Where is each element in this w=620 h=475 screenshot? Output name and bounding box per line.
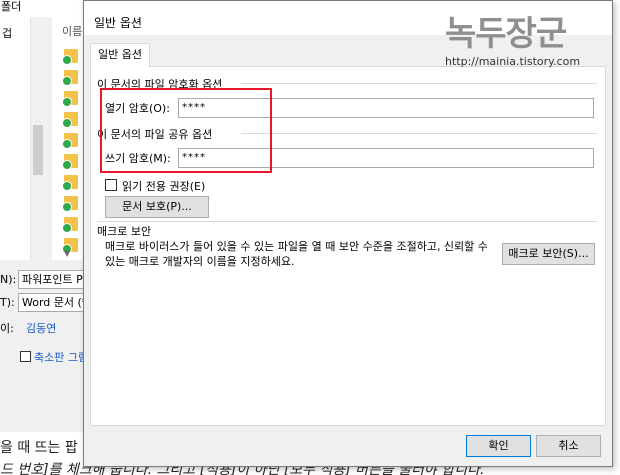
article-line-1: 을 때 뜨는 팝	[0, 440, 78, 456]
thumbnail-checkbox[interactable]	[20, 351, 31, 362]
background-file-browser: 겁 이름 ▼	[0, 17, 83, 260]
section-divider	[241, 83, 597, 84]
macro-section-title: 매크로 보안	[97, 225, 152, 238]
title-field[interactable]: 파워포인트 P	[18, 270, 84, 289]
protect-document-button[interactable]: 문서 보호(P)...	[105, 196, 209, 218]
file-icon[interactable]	[62, 112, 78, 128]
section-divider	[241, 133, 597, 134]
watermark-logo: 녹두장군	[445, 14, 567, 54]
save-options-area: N): 파워포인트 P T): Word 문서 (* 이: 김동연 축소판 그림	[0, 260, 84, 432]
file-icon[interactable]	[62, 154, 78, 170]
type-select[interactable]: Word 문서 (*	[18, 293, 84, 312]
dialog-title: 일반 옵션	[94, 16, 142, 30]
blog-watermark: 녹두장군 http://mainia.tistory.com	[445, 6, 620, 72]
navigation-pane-text: 겁	[2, 27, 13, 40]
file-icon[interactable]	[62, 49, 78, 65]
file-icon[interactable]	[62, 133, 78, 149]
readonly-recommended-checkbox[interactable]	[105, 179, 117, 191]
file-icon[interactable]	[62, 175, 78, 191]
background-window-title: 폴더	[0, 0, 90, 16]
title-field-label: N):	[0, 273, 17, 286]
scrollbar-thumb[interactable]	[33, 125, 43, 175]
password-highlight-box	[100, 88, 272, 173]
watermark-url: http://mainia.tistory.com	[445, 55, 581, 68]
section-divider	[97, 221, 597, 222]
file-icon[interactable]	[62, 217, 78, 233]
file-icon[interactable]	[62, 91, 78, 107]
macro-description: 매크로 바이러스가 들어 있을 수 있는 파일을 열 때 보안 수준을 조절하고…	[105, 240, 488, 268]
name-column-header[interactable]: 이름	[62, 23, 82, 39]
ok-button[interactable]: 확인	[466, 435, 531, 457]
cancel-button[interactable]: 취소	[536, 435, 601, 457]
navigation-pane: 겁	[0, 17, 30, 260]
macro-security-button[interactable]: 매크로 보안(S)...	[502, 243, 595, 265]
file-list[interactable]: 이름 ▼	[52, 17, 83, 260]
navigation-scrollbar[interactable]	[30, 17, 45, 260]
author-label: 이:	[0, 322, 14, 335]
tab-general-options[interactable]: 일반 옵션	[90, 43, 150, 67]
file-icon[interactable]	[62, 196, 78, 212]
author-value[interactable]: 김동연	[26, 320, 56, 336]
scroll-down-icon[interactable]: ▼	[64, 249, 70, 258]
readonly-recommended-label[interactable]: 읽기 전용 권장(E)	[122, 178, 205, 194]
thumbnail-checkbox-label[interactable]: 축소판 그림	[34, 349, 84, 365]
file-icon[interactable]	[62, 70, 78, 86]
type-field-label: T):	[0, 296, 15, 309]
